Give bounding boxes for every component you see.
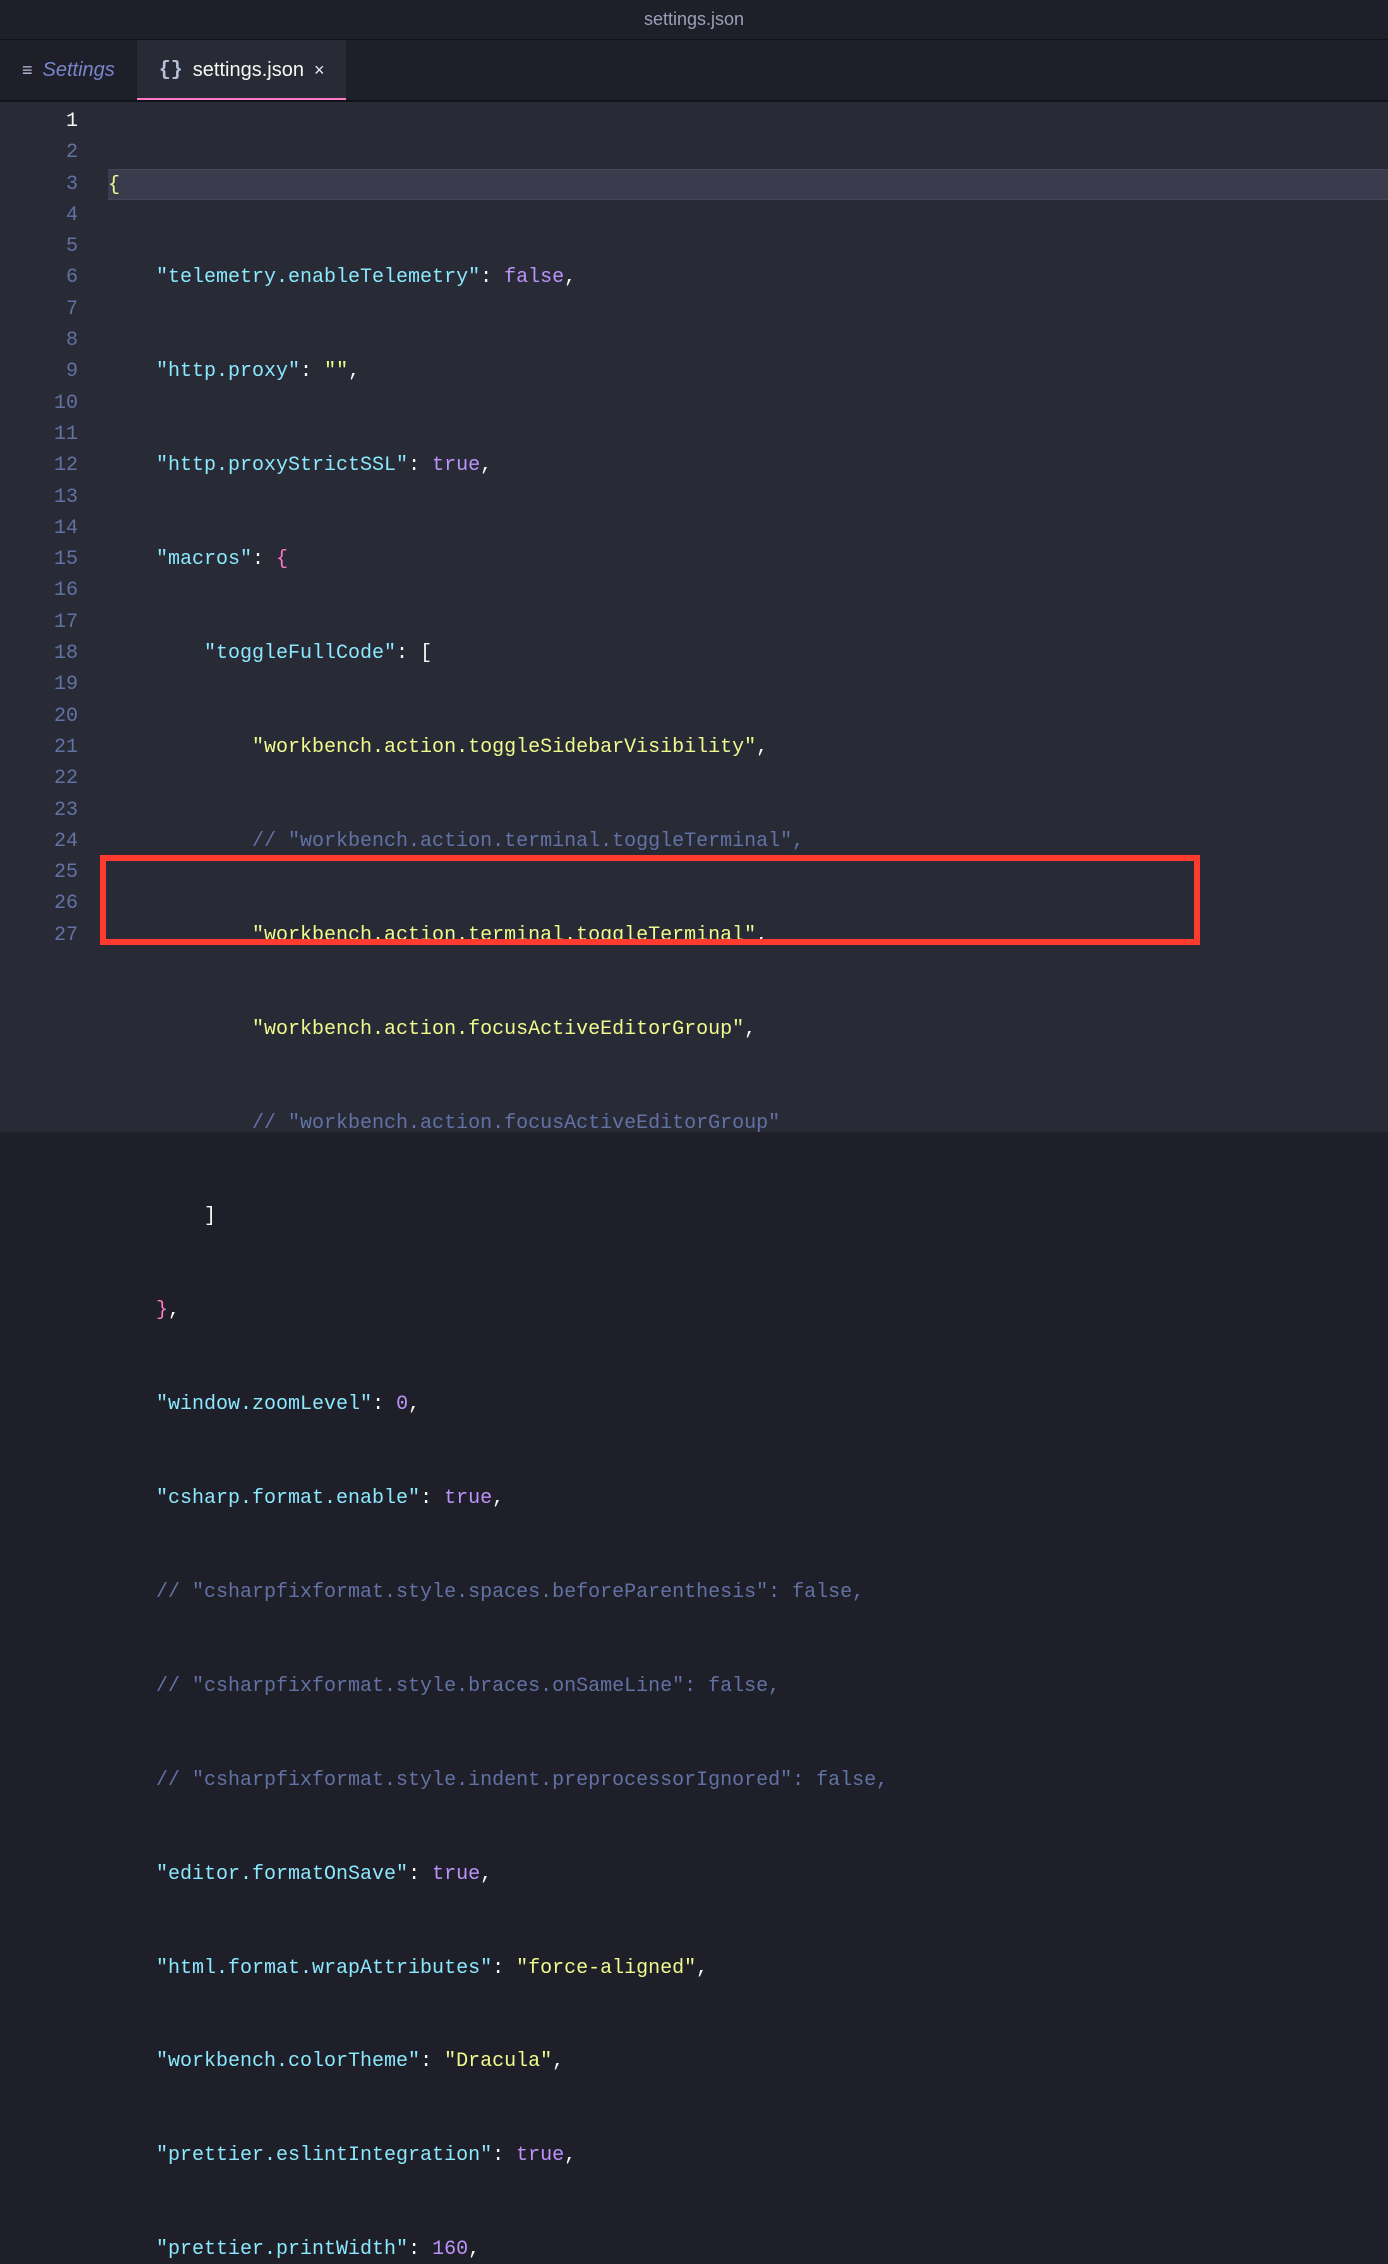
code-area[interactable]: { "telemetry.enableTelemetry": false, "h… (108, 102, 1388, 1132)
line-number: 3 (0, 169, 78, 200)
line-number: 6 (0, 262, 78, 293)
close-icon[interactable]: × (314, 60, 325, 81)
code-line: "csharp.format.enable": true, (108, 1483, 1388, 1514)
code-line: // "csharpfixformat.style.spaces.beforeP… (108, 1577, 1388, 1608)
line-number: 17 (0, 607, 78, 638)
line-gutter: 1 2 3 4 5 6 7 8 9 10 11 12 13 14 15 16 1… (0, 102, 108, 1132)
code-line: "workbench.action.toggleSidebarVisibilit… (108, 732, 1388, 763)
code-line: // "workbench.action.terminal.toggleTerm… (108, 826, 1388, 857)
settings-icon: ≡ (22, 60, 33, 81)
line-number: 11 (0, 419, 78, 450)
code-line: "macros": { (108, 544, 1388, 575)
code-line: // "csharpfixformat.style.indent.preproc… (108, 1765, 1388, 1796)
line-number: 24 (0, 826, 78, 857)
line-number: 26 (0, 888, 78, 919)
code-line: "html.format.wrapAttributes": "force-ali… (108, 1953, 1388, 1984)
tab-settings-json[interactable]: {} settings.json × (137, 40, 347, 100)
line-number: 9 (0, 356, 78, 387)
window-title: settings.json (0, 0, 1388, 40)
tab-bar: ≡ Settings {} settings.json × (0, 40, 1388, 100)
line-number: 16 (0, 575, 78, 606)
code-line: "prettier.eslintIntegration": true, (108, 2140, 1388, 2171)
code-line: "toggleFullCode": [ (108, 638, 1388, 669)
code-line: "workbench.colorTheme": "Dracula", (108, 2046, 1388, 2077)
tab-json-label: settings.json (193, 59, 304, 82)
line-number: 20 (0, 701, 78, 732)
line-number: 5 (0, 231, 78, 262)
code-line: // "csharpfixformat.style.braces.onSameL… (108, 1671, 1388, 1702)
line-number: 23 (0, 795, 78, 826)
code-line: "editor.formatOnSave": true, (108, 1859, 1388, 1890)
code-line: "prettier.printWidth": 160, (108, 2234, 1388, 2264)
line-number: 8 (0, 325, 78, 356)
line-number: 18 (0, 638, 78, 669)
line-number: 27 (0, 920, 78, 951)
tab-settings-label: Settings (43, 59, 115, 82)
tab-settings[interactable]: ≡ Settings (0, 40, 137, 100)
code-line: ] (108, 1201, 1388, 1232)
json-icon: {} (159, 59, 183, 82)
code-line: "http.proxyStrictSSL": true, (108, 450, 1388, 481)
line-number: 2 (0, 137, 78, 168)
code-line: "window.zoomLevel": 0, (108, 1389, 1388, 1420)
line-number: 12 (0, 450, 78, 481)
line-number: 1 (0, 106, 78, 137)
code-line: "http.proxy": "", (108, 356, 1388, 387)
line-number: 13 (0, 482, 78, 513)
code-line: "telemetry.enableTelemetry": false, (108, 262, 1388, 293)
line-number: 4 (0, 200, 78, 231)
code-line: "workbench.action.focusActiveEditorGroup… (108, 1014, 1388, 1045)
code-line: "workbench.action.terminal.toggleTermina… (108, 920, 1388, 951)
line-number: 10 (0, 388, 78, 419)
line-number: 15 (0, 544, 78, 575)
line-number: 19 (0, 669, 78, 700)
title-text: settings.json (644, 9, 744, 30)
code-line: }, (108, 1295, 1388, 1326)
line-number: 21 (0, 732, 78, 763)
code-line: // "workbench.action.focusActiveEditorGr… (108, 1108, 1388, 1139)
line-number: 22 (0, 763, 78, 794)
editor[interactable]: 1 2 3 4 5 6 7 8 9 10 11 12 13 14 15 16 1… (0, 102, 1388, 1132)
code-line: { (108, 169, 1388, 200)
line-number: 25 (0, 857, 78, 888)
line-number: 7 (0, 294, 78, 325)
line-number: 14 (0, 513, 78, 544)
